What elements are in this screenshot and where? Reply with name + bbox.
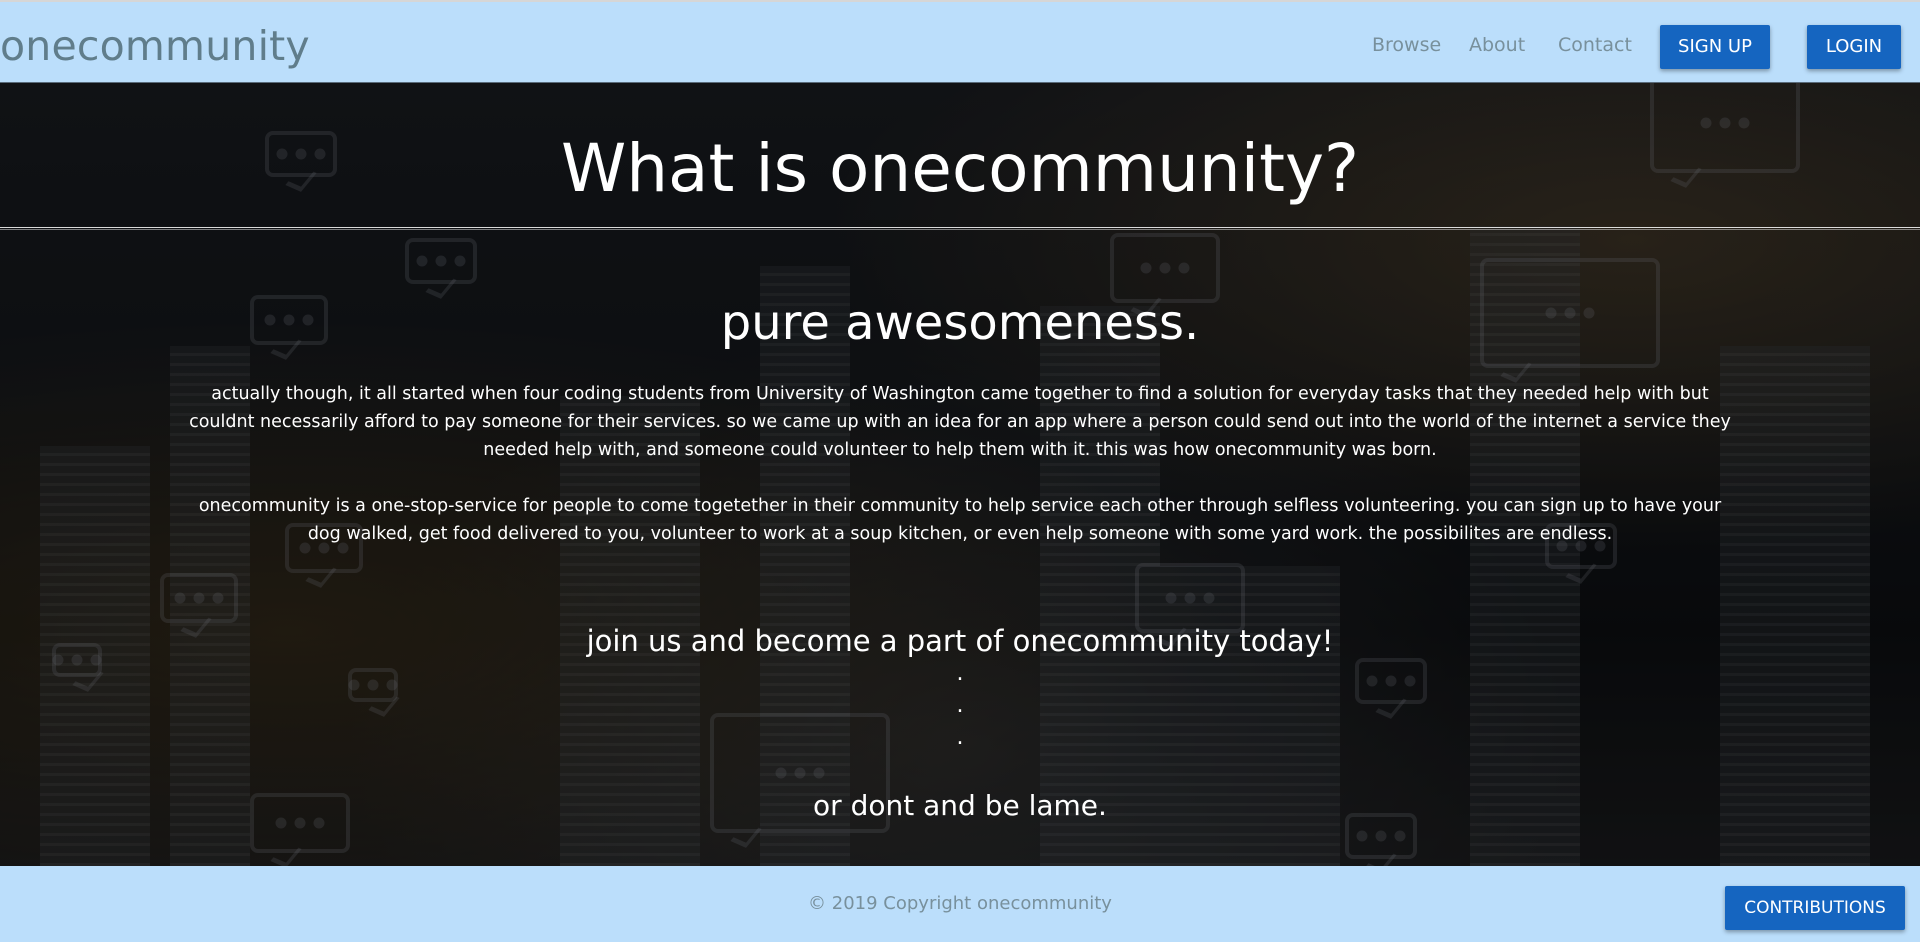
join-call-to-action: join us and become a part of onecommunit… — [586, 624, 1334, 658]
login-button[interactable]: LOGIN — [1807, 25, 1901, 69]
hero-title: What is onecommunity? — [560, 130, 1360, 207]
navbar: onecommunity Browse About Contact SIGN U… — [0, 0, 1920, 83]
separator-dot: . — [956, 725, 964, 750]
about-paragraph-service: onecommunity is a one-stop-service for p… — [198, 496, 1722, 544]
hero-subtitle: pure awesomeness. — [720, 295, 1200, 351]
brand-logo-text[interactable]: onecommunity — [0, 22, 310, 70]
copyright-text: © 2019 Copyright onecommunity — [808, 893, 1112, 914]
alternative-tagline: or dont and be lame. — [813, 789, 1107, 822]
footer: © 2019 Copyright onecommunity CONTRIBUTI… — [0, 866, 1920, 942]
hero-section: What is onecommunity? pure awesomeness. … — [0, 83, 1920, 866]
nav-link-about[interactable]: About — [1469, 34, 1525, 56]
nav-link-contact[interactable]: Contact — [1558, 34, 1632, 56]
hero-divider — [0, 227, 1920, 230]
separator-dot: . — [956, 693, 964, 718]
about-paragraph-origin: actually though, it all started when fou… — [189, 384, 1731, 460]
sign-up-button[interactable]: SIGN UP — [1660, 25, 1770, 69]
nav-link-browse[interactable]: Browse — [1372, 34, 1441, 56]
contributions-button[interactable]: CONTRIBUTIONS — [1725, 886, 1905, 930]
separator-dot: . — [956, 661, 964, 686]
